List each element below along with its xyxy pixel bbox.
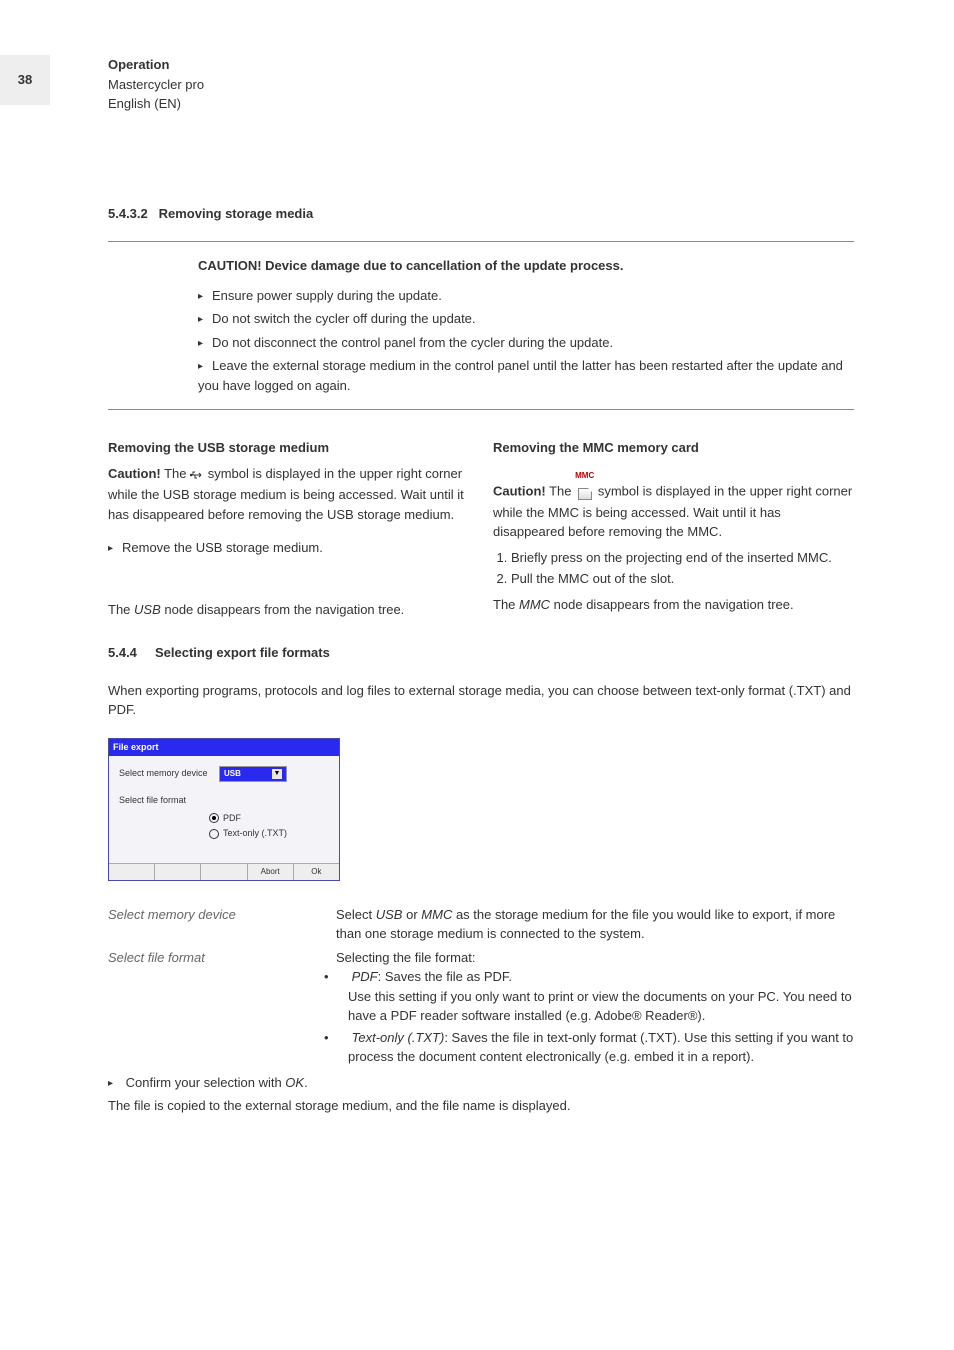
section-intro: When exporting programs, protocols and l… — [108, 681, 854, 720]
chevron-down-icon: ▼ — [272, 769, 282, 779]
text-italic: MMC — [421, 907, 452, 922]
format-bullet-txt: Text-only (.TXT): Saves the file in text… — [336, 1028, 854, 1067]
page-header: Operation Mastercycler pro English (EN) — [108, 55, 854, 114]
page-number: 38 — [0, 55, 50, 105]
footer-cell-empty — [201, 864, 247, 880]
text: Selecting the file format: — [336, 948, 854, 968]
dialog-title: File export — [109, 739, 339, 757]
caution-list: Ensure power supply during the update. D… — [198, 286, 854, 396]
mmc-icon: MMC — [575, 464, 594, 503]
mmc-step: Pull the MMC out of the slot. — [511, 569, 854, 589]
caution-item: Leave the external storage medium in the… — [198, 356, 854, 395]
section-5-4-3-2-heading: 5.4.3.2 Removing storage media — [108, 204, 854, 224]
text: The — [161, 466, 190, 481]
final-step-list: Confirm your selection with OK. — [108, 1073, 854, 1093]
section-title: Selecting export file formats — [155, 645, 330, 660]
text-italic: USB — [134, 602, 161, 617]
text: or — [402, 907, 421, 922]
mmc-steps: Briefly press on the projecting end of t… — [493, 548, 854, 589]
usb-column: Removing the USB storage medium Caution!… — [108, 438, 469, 619]
mmc-heading: Removing the MMC memory card — [493, 438, 854, 458]
ok-button[interactable]: Ok — [294, 864, 339, 880]
select-value: USB — [224, 768, 241, 780]
header-lang: English (EN) — [108, 94, 854, 114]
radio-icon — [209, 829, 219, 839]
caution-block: CAUTION! Device damage due to cancellati… — [198, 256, 854, 395]
radio-icon — [209, 813, 219, 823]
text: The — [546, 483, 575, 498]
footer-cell-empty — [109, 864, 155, 880]
caution-label: Caution! — [493, 483, 546, 498]
final-note: The file is copied to the external stora… — [108, 1096, 854, 1116]
abort-button[interactable]: Abort — [248, 864, 294, 880]
radio-label: Text-only (.TXT) — [223, 827, 287, 841]
header-product: Mastercycler pro — [108, 75, 854, 95]
dialog-footer: Abort Ok — [109, 863, 339, 880]
section-number: 5.4.3.2 — [108, 206, 148, 221]
mmc-note: The MMC node disappears from the navigat… — [493, 595, 854, 615]
text-italic: PDF — [352, 969, 378, 984]
usb-icon — [190, 466, 204, 486]
caution-label: Caution! — [108, 466, 161, 481]
text: Use this setting if you only want to pri… — [348, 989, 852, 1024]
section-5-4-4-heading: 5.4.4 Selecting export file formats — [108, 643, 854, 663]
caution-item: Do not switch the cycler off during the … — [198, 309, 854, 329]
mmc-column: Removing the MMC memory card Caution! Th… — [493, 438, 854, 619]
text: . — [304, 1075, 308, 1090]
def-term-file-format: Select file format — [108, 948, 308, 968]
memory-device-label: Select memory device — [119, 767, 209, 781]
mmc-caution-text: Caution! The MMC symbol is displayed in … — [493, 464, 854, 542]
text: Confirm your selection with — [126, 1075, 286, 1090]
divider — [108, 241, 854, 242]
divider — [108, 409, 854, 410]
section-title: Removing storage media — [159, 206, 314, 221]
radio-txt[interactable]: Text-only (.TXT) — [209, 827, 329, 841]
text-italic: USB — [376, 907, 403, 922]
header-section: Operation — [108, 55, 854, 75]
section-number: 5.4.4 — [108, 645, 137, 660]
def-body-memory-device: Select USB or MMC as the storage medium … — [336, 905, 854, 944]
caution-item: Ensure power supply during the update. — [198, 286, 854, 306]
format-bullet-pdf: PDF: Saves the file as PDF. Use this set… — [336, 967, 854, 1026]
text: The — [493, 597, 519, 612]
text-italic: OK — [285, 1075, 304, 1090]
usb-steps: Remove the USB storage medium. — [108, 538, 469, 558]
caution-title: CAUTION! Device damage due to cancellati… — [198, 256, 854, 276]
def-term-memory-device: Select memory device — [108, 905, 308, 925]
final-step: Confirm your selection with OK. — [108, 1073, 854, 1093]
radio-label: PDF — [223, 812, 241, 826]
text: : Saves the file as PDF. — [378, 969, 512, 984]
text: Select — [336, 907, 376, 922]
file-format-label: Select file format — [119, 794, 209, 808]
text: node disappears from the navigation tree… — [161, 602, 405, 617]
usb-note: The USB node disappears from the navigat… — [108, 600, 469, 620]
text-italic: Text-only (.TXT) — [352, 1030, 445, 1045]
radio-pdf[interactable]: PDF — [209, 812, 329, 826]
usb-caution-text: Caution! The symbol is displayed in the … — [108, 464, 469, 525]
text-italic: MMC — [519, 597, 550, 612]
usb-step: Remove the USB storage medium. — [108, 538, 469, 558]
memory-device-select[interactable]: USB ▼ — [219, 766, 287, 782]
def-body-file-format: Selecting the file format: PDF: Saves th… — [336, 948, 854, 1069]
file-export-dialog: File export Select memory device USB ▼ S… — [108, 738, 340, 881]
mmc-step: Briefly press on the projecting end of t… — [511, 548, 854, 568]
text: node disappears from the navigation tree… — [550, 597, 794, 612]
usb-heading: Removing the USB storage medium — [108, 438, 469, 458]
text: The — [108, 602, 134, 617]
caution-item: Do not disconnect the control panel from… — [198, 333, 854, 353]
footer-cell-empty — [155, 864, 201, 880]
